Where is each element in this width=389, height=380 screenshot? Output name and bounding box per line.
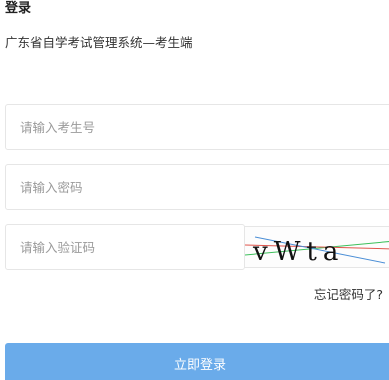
- login-button[interactable]: 立即登录: [5, 343, 389, 380]
- forgot-password-link[interactable]: 忘记密码了?: [314, 287, 383, 303]
- login-page: 登录 广东省自学考试管理系统—考生端 vWta 忘记密码了? 立即登录: [0, 0, 389, 380]
- username-field-container: [5, 104, 389, 150]
- captcha-graphic: vWta: [245, 236, 389, 267]
- captcha-text: vWta: [252, 237, 344, 267]
- password-field-container: [5, 164, 389, 210]
- page-title: 登录: [5, 1, 32, 16]
- password-input[interactable]: [6, 165, 389, 209]
- captcha-field-container: [5, 224, 245, 270]
- captcha-input[interactable]: [6, 225, 244, 269]
- system-name: 广东省自学考试管理系统—考生端: [5, 35, 193, 50]
- captcha-image[interactable]: vWta: [244, 226, 389, 268]
- username-input[interactable]: [6, 105, 389, 149]
